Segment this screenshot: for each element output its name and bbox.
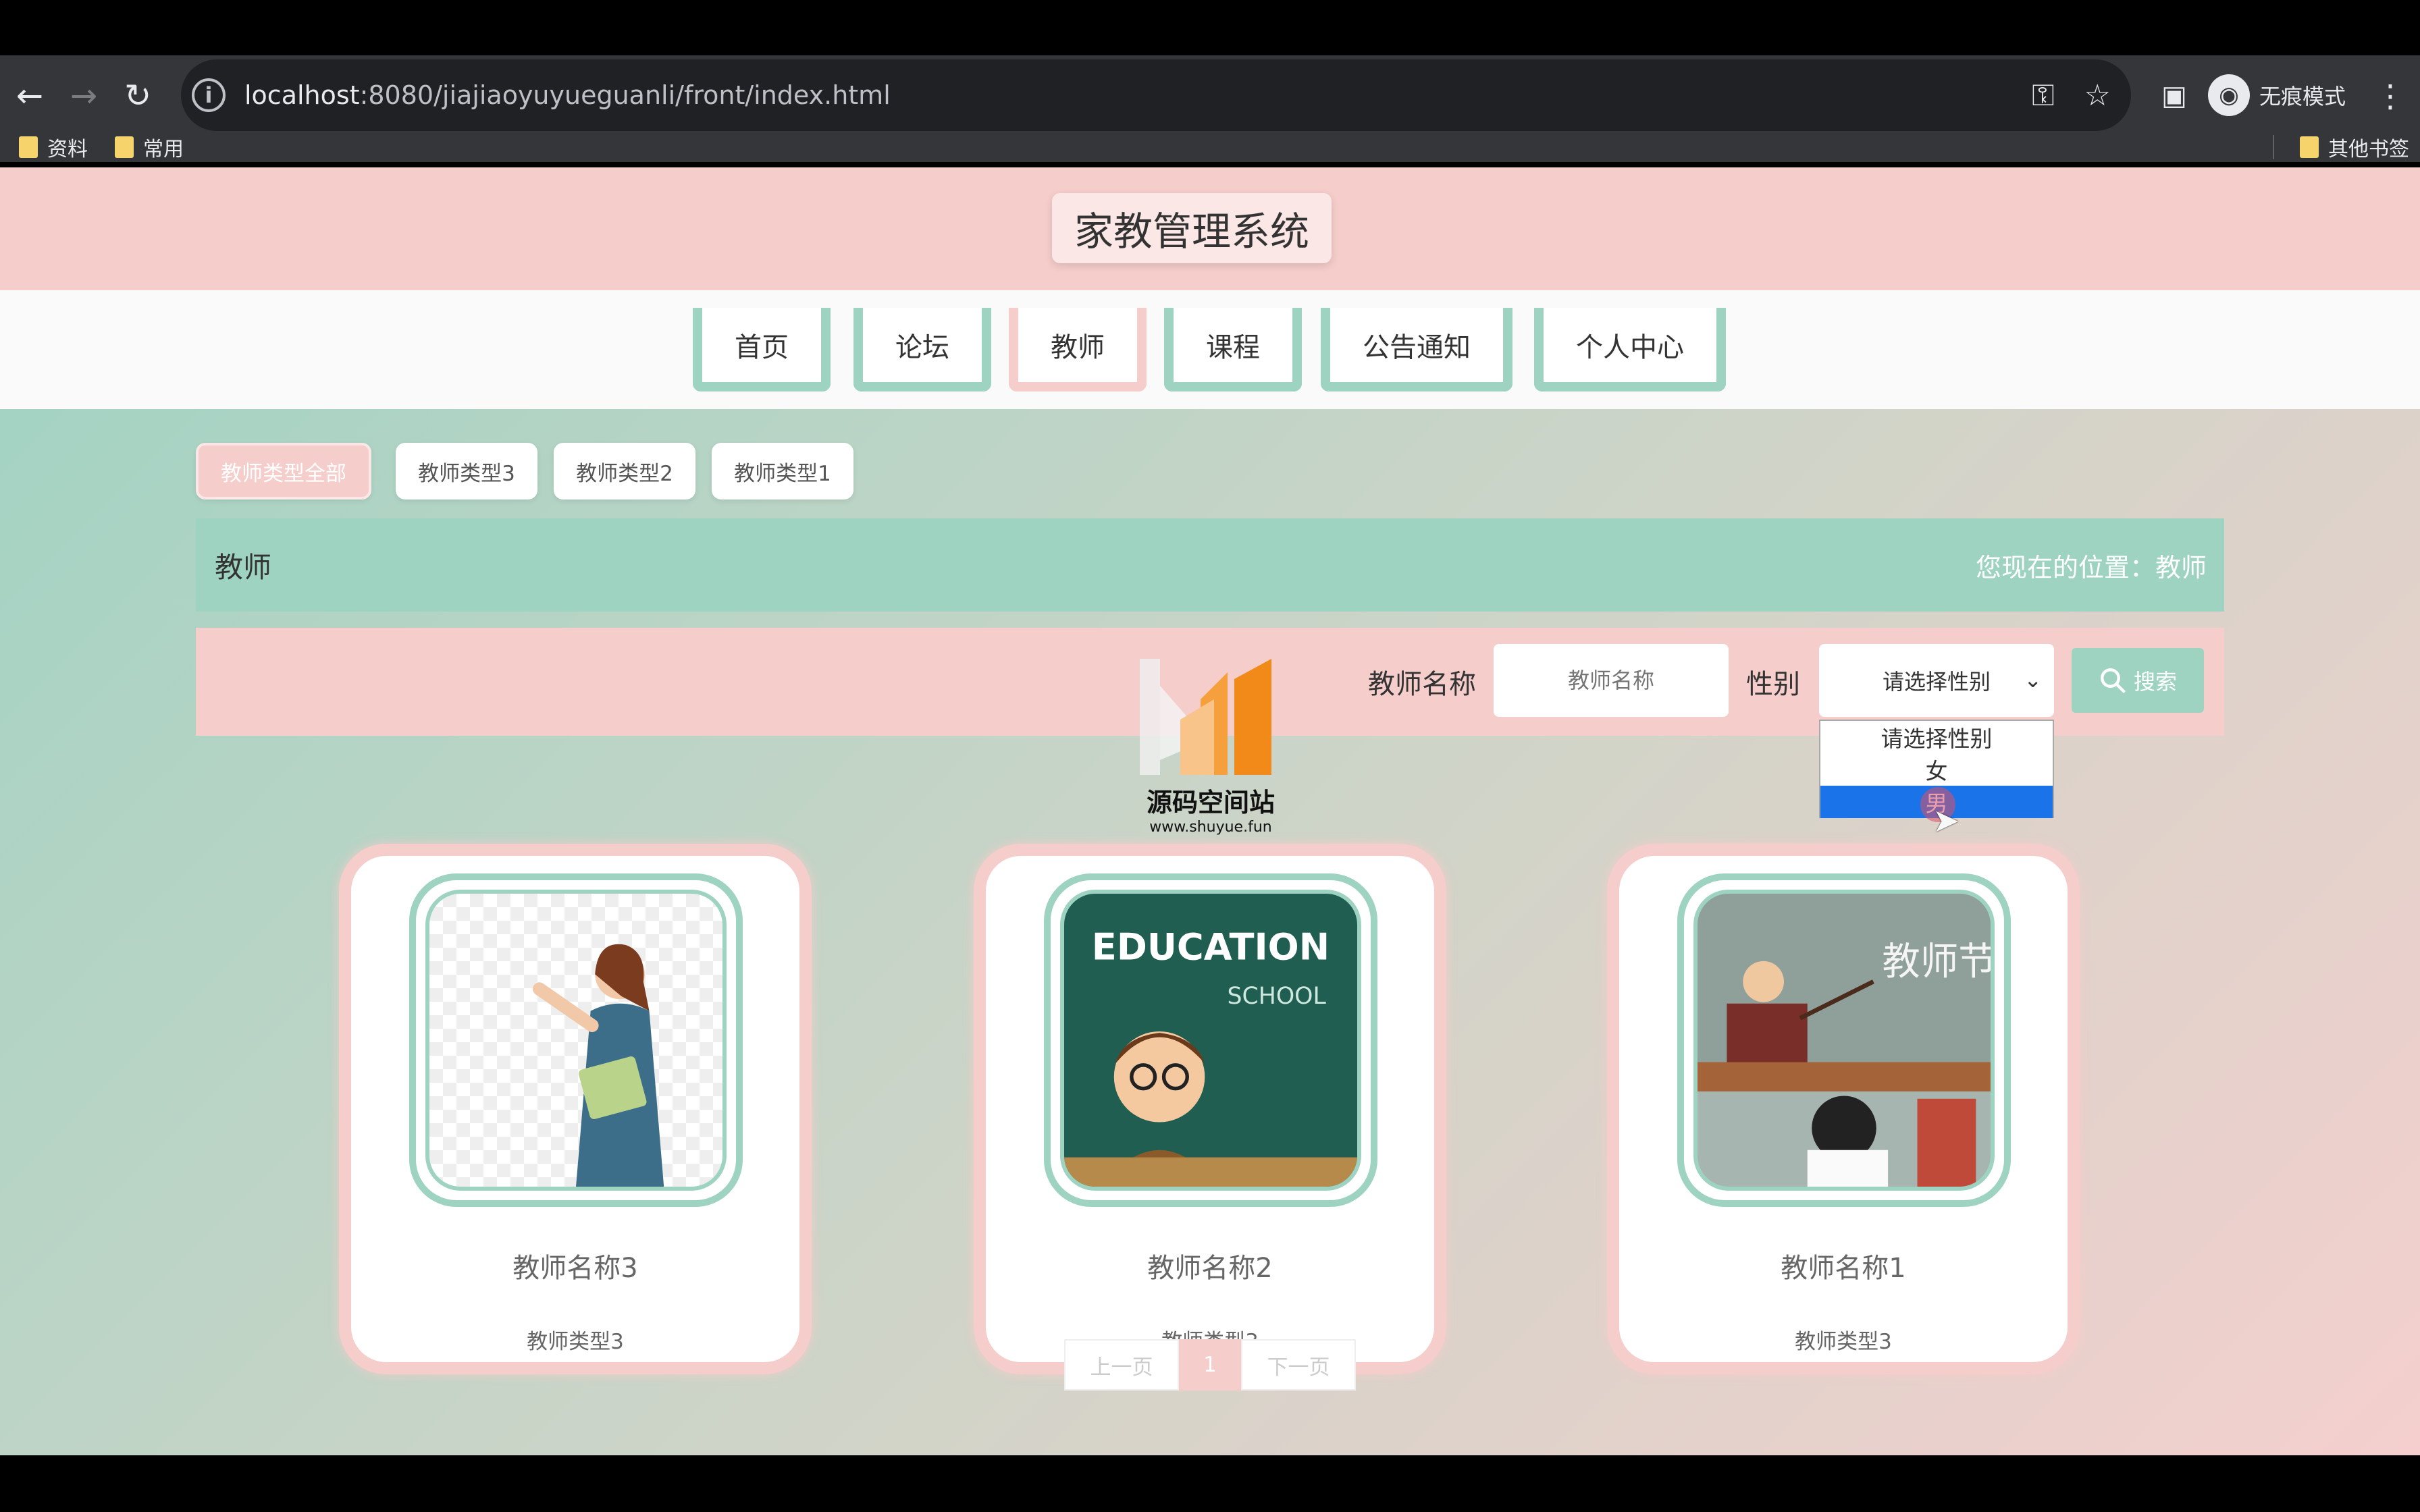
gender-option-placeholder[interactable]: 请选择性别 bbox=[1820, 721, 2053, 753]
chevron-down-icon: ⌄ bbox=[2024, 667, 2042, 693]
section-header: 教师 您现在的位置：教师 bbox=[196, 518, 2224, 612]
teacher-name[interactable]: 教师名称3 bbox=[351, 1246, 799, 1285]
back-arrow-icon[interactable]: ← bbox=[3, 69, 57, 123]
teacher-card[interactable]: 教师名称3 教师类型3 bbox=[339, 844, 812, 1374]
teacher-photo[interactable]: EDUCATION SCHOOL bbox=[1060, 890, 1361, 1191]
name-label: 教师名称 bbox=[1368, 669, 1476, 700]
watermark-url: www.shuyue.fun bbox=[1149, 819, 1272, 836]
other-bookmarks-label: 其他书签 bbox=[2328, 138, 2409, 161]
breadcrumb: 您现在的位置：教师 bbox=[1975, 552, 2207, 583]
url-host: localhost bbox=[244, 80, 360, 110]
gender-select-value: 请选择性别 bbox=[1882, 669, 1991, 695]
gender-option-female[interactable]: 女 bbox=[1820, 753, 2053, 786]
watermark-logo-icon bbox=[1140, 659, 1271, 775]
teacher-photo-frame bbox=[409, 873, 743, 1207]
address-url[interactable]: localhost:8080/jiajiaoyuyueguanli/front/… bbox=[244, 80, 891, 110]
section-title: 教师 bbox=[215, 550, 272, 584]
watermark: 源码空间站 www.shuyue.fun bbox=[1133, 659, 1288, 836]
nav-home[interactable]: 首页 bbox=[693, 308, 831, 392]
teachers-day-text: 教师节 bbox=[1882, 940, 1991, 983]
forward-arrow-icon[interactable]: → bbox=[57, 69, 111, 123]
teacher-illustration-icon bbox=[532, 944, 664, 1187]
teacher-card[interactable]: EDUCATION SCHOOL 教师名称2 教师类型3 bbox=[974, 844, 1446, 1374]
teacher-card[interactable]: 教师节 教师名称1 教师类型3 bbox=[1607, 844, 2080, 1374]
filter-tab-type2[interactable]: 教师类型2 bbox=[554, 443, 695, 500]
key-icon[interactable]: ⚿ bbox=[2032, 78, 2054, 113]
address-actions: ⚿ ☆ bbox=[2032, 59, 2111, 131]
prev-page-button[interactable]: 上一页 bbox=[1064, 1339, 1179, 1390]
teacher-name[interactable]: 教师名称2 bbox=[986, 1246, 1434, 1285]
star-icon[interactable]: ☆ bbox=[2084, 78, 2111, 113]
bookmarks-bar: 资料 常用 其他书签 bbox=[0, 132, 2420, 162]
search-button[interactable]: 搜索 bbox=[2072, 648, 2204, 713]
board-education-text: EDUCATION bbox=[1092, 926, 1330, 969]
nav-announcement[interactable]: 公告通知 bbox=[1321, 308, 1512, 392]
other-bookmarks[interactable]: 其他书签 bbox=[2300, 132, 2409, 162]
board-school-text: SCHOOL bbox=[1227, 983, 1326, 1010]
browser-toolbar: ← → ↻ i localhost:8080/jiajiaoyuyueguanl… bbox=[0, 55, 2420, 162]
side-panel-icon[interactable]: ▣ bbox=[2154, 72, 2194, 120]
incognito-icon: ◉ bbox=[2208, 74, 2250, 116]
nav-teacher[interactable]: 教师 bbox=[1009, 308, 1147, 392]
bookmark-label: 资料 bbox=[47, 138, 88, 161]
teacher-photo-frame: 教师节 bbox=[1677, 873, 2011, 1207]
classroom-illustration-icon: 教师节 bbox=[1698, 894, 1991, 1187]
watermark-title: 源码空间站 bbox=[1146, 788, 1275, 817]
teacher-photo-frame: EDUCATION SCHOOL bbox=[1044, 873, 1377, 1207]
teacher-name-input[interactable] bbox=[1494, 644, 1729, 717]
teacher-photo[interactable]: 教师节 bbox=[1693, 890, 1995, 1191]
web-page: 家教管理系统 首页 论坛 教师 课程 公告通知 个人中心 教师类型全部 教师类型… bbox=[0, 167, 2420, 1455]
teacher-photo[interactable] bbox=[425, 890, 727, 1191]
url-path: :8080/jiajiaoyuyueguanli/front/index.htm… bbox=[359, 80, 891, 110]
teacher-type: 教师类型3 bbox=[527, 1330, 624, 1354]
address-bar[interactable]: i localhost:8080/jiajiaoyuyueguanli/fron… bbox=[181, 59, 2131, 131]
next-page-button[interactable]: 下一页 bbox=[1241, 1339, 1356, 1390]
folder-icon bbox=[2300, 136, 2319, 158]
bookmarks-divider bbox=[2273, 135, 2274, 159]
reload-icon[interactable]: ↻ bbox=[111, 69, 165, 123]
search-button-label: 搜索 bbox=[2133, 669, 2177, 695]
bookmark-folder-changyong[interactable]: 常用 bbox=[115, 132, 184, 162]
gender-label: 性别 bbox=[1746, 669, 1800, 700]
screen: ← → ↻ i localhost:8080/jiajiaoyuyueguanl… bbox=[0, 0, 2420, 1512]
folder-icon bbox=[19, 136, 38, 158]
letterbox-top bbox=[0, 0, 2420, 55]
search-icon bbox=[2101, 668, 2126, 694]
teacher-name[interactable]: 教师名称1 bbox=[1619, 1246, 2068, 1285]
incognito-label: 无痕模式 bbox=[2259, 84, 2346, 109]
filter-tab-type3[interactable]: 教师类型3 bbox=[396, 443, 537, 500]
incognito-indicator[interactable]: ◉ 无痕模式 bbox=[2208, 65, 2346, 126]
filter-tab-type1[interactable]: 教师类型1 bbox=[712, 443, 853, 500]
site-header: 家教管理系统 bbox=[0, 167, 2420, 290]
gender-select[interactable]: 请选择性别 ⌄ bbox=[1819, 644, 2054, 717]
filter-tab-all[interactable]: 教师类型全部 bbox=[196, 443, 371, 500]
site-title: 家教管理系统 bbox=[1052, 193, 1332, 263]
page-number-current[interactable]: 1 bbox=[1179, 1339, 1241, 1390]
letterbox-bottom bbox=[0, 1455, 2420, 1512]
menu-dots-icon[interactable]: ⋮ bbox=[2370, 69, 2411, 123]
education-board-illustration-icon: EDUCATION SCHOOL bbox=[1064, 926, 1357, 1187]
nav-forum[interactable]: 论坛 bbox=[853, 308, 991, 392]
bookmark-folder-ziliao[interactable]: 资料 bbox=[19, 132, 88, 162]
folder-icon bbox=[115, 136, 134, 158]
mouse-pointer-icon: ➤ bbox=[1932, 802, 1960, 840]
nav-course[interactable]: 课程 bbox=[1164, 308, 1302, 392]
site-info-icon[interactable]: i bbox=[192, 78, 226, 112]
teacher-type: 教师类型3 bbox=[1795, 1330, 1892, 1354]
nav-profile[interactable]: 个人中心 bbox=[1534, 308, 1726, 392]
bookmark-label: 常用 bbox=[143, 138, 184, 161]
